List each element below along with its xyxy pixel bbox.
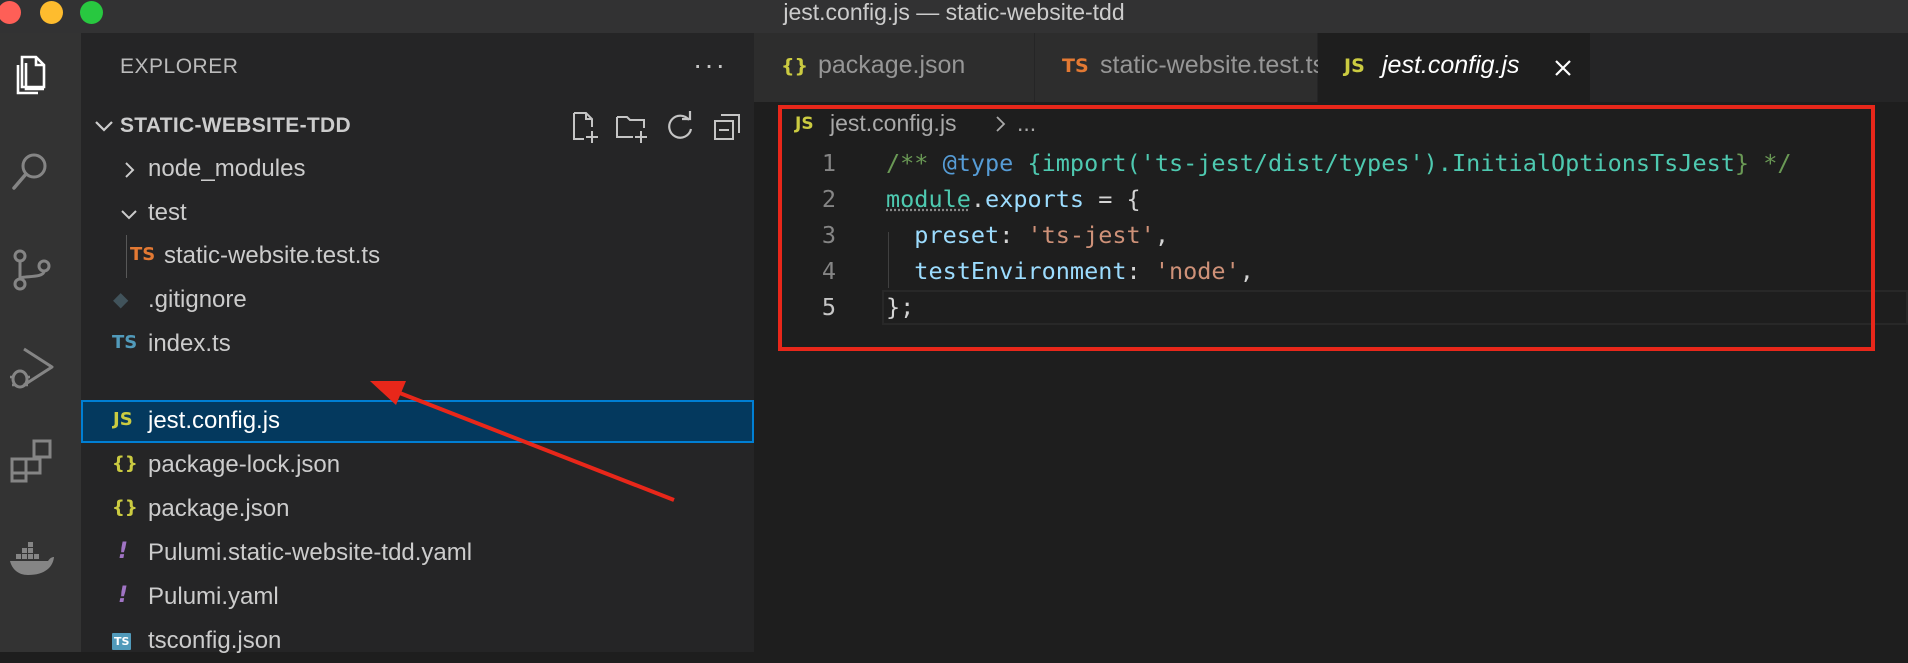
refresh-icon[interactable] [662, 109, 698, 145]
extensions-icon[interactable] [8, 437, 56, 485]
tree-item-node-modules[interactable]: node_modules [81, 148, 754, 191]
explorer-sidebar: EXPLORER ··· STATIC-WEBSITE-TDD node_mod… [81, 33, 754, 654]
chevron-down-icon [121, 210, 137, 220]
typescript-file-icon: TS [1062, 55, 1089, 77]
tree-item-label: .gitignore [148, 286, 247, 313]
git-file-icon: ◆ [113, 287, 129, 311]
tree-item-label: node_modules [148, 155, 306, 182]
tab-package-json[interactable]: {} package.json [754, 33, 1035, 102]
tree-item-package-json[interactable]: {} package.json [81, 488, 754, 531]
yaml-file-icon: ! [118, 583, 129, 608]
tab-jest-config[interactable]: JS jest.config.js [1318, 33, 1591, 102]
chevron-right-icon [125, 162, 135, 178]
tree-item-package-lock[interactable]: {} package-lock.json [81, 444, 754, 487]
run-and-debug-icon[interactable] [8, 343, 56, 391]
more-actions-button[interactable]: ··· [693, 49, 727, 81]
tree-item-label: package-lock.json [148, 451, 341, 478]
tree-item-label: index.ts [148, 330, 231, 357]
javascript-file-icon: JS [1344, 55, 1365, 77]
tree-item-static-website-test[interactable]: TS static-website.test.ts [81, 235, 754, 278]
chevron-down-icon [95, 121, 113, 132]
docker-icon[interactable] [8, 535, 56, 583]
tree-item-jest-config[interactable]: JS jest.config.js [81, 400, 754, 443]
tree-item-label: package.json [148, 495, 290, 522]
tree-item-label: jest.config.js [148, 407, 281, 434]
tab-label: package.json [818, 51, 966, 79]
tab-label: static-website.test.ts [1100, 51, 1326, 79]
project-name: STATIC-WEBSITE-TDD [120, 114, 351, 137]
tree-item-test[interactable]: test [81, 192, 754, 235]
tree-item-label: static-website.test.ts [164, 242, 381, 269]
tree-item-pulumi-yaml[interactable]: ! Pulumi.yaml [81, 576, 754, 619]
activity-bar [0, 33, 81, 652]
annotation-highlight-box [778, 105, 1875, 351]
tree-item-label: test [148, 199, 187, 226]
tab-static-website-test[interactable]: TS static-website.test.ts [1035, 33, 1325, 102]
yaml-file-icon: ! [118, 539, 129, 564]
typescript-file-icon: TS [130, 244, 156, 265]
editor-tabs: {} package.json TS static-website.test.t… [754, 33, 1908, 102]
tree-item-gitignore[interactable]: ◆ .gitignore [81, 279, 754, 322]
tree-item-label: tsconfig.json [148, 627, 282, 654]
title-bar: jest.config.js — static-website-tdd [0, 0, 1908, 33]
json-file-icon: {} [781, 55, 809, 77]
tab-label: jest.config.js [1382, 51, 1520, 79]
tree-item-label: Pulumi.static-website-tdd.yaml [148, 539, 473, 566]
tree-item-tsconfig[interactable]: TS tsconfig.json [81, 620, 754, 663]
typescript-file-icon: TS [112, 332, 138, 353]
javascript-file-icon: JS [113, 409, 133, 430]
source-control-icon[interactable] [8, 246, 56, 294]
tsconfig-file-icon: TS [112, 633, 132, 650]
close-icon[interactable] [1548, 53, 1578, 83]
new-file-icon[interactable] [566, 109, 602, 145]
sidebar-title: EXPLORER [120, 55, 239, 78]
json-file-icon: {} [112, 453, 138, 474]
tree-item-label: Pulumi.yaml [148, 583, 279, 610]
tree-item-index-ts[interactable]: TS index.ts [81, 323, 754, 366]
collapse-all-icon[interactable] [710, 109, 746, 145]
tree-item-pulumi-stack-yaml[interactable]: ! Pulumi.static-website-tdd.yaml [81, 532, 754, 575]
new-folder-icon[interactable] [614, 109, 650, 145]
search-icon[interactable] [8, 148, 56, 196]
project-header[interactable]: STATIC-WEBSITE-TDD [81, 107, 754, 147]
window-title: jest.config.js — static-website-tdd [783, 0, 1125, 25]
json-file-icon: {} [112, 497, 138, 518]
explorer-icon[interactable] [8, 51, 56, 99]
